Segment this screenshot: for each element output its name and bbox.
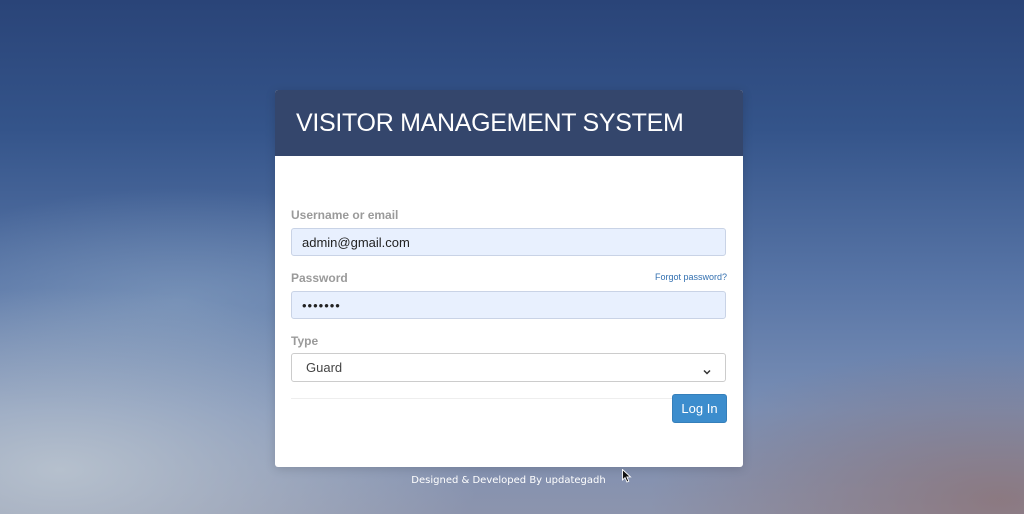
- forgot-password-link[interactable]: Forgot password?: [655, 272, 727, 282]
- type-select-value: Guard: [306, 360, 343, 375]
- login-card: VISITOR MANAGEMENT SYSTEM Username or em…: [275, 90, 743, 467]
- type-label: Type: [291, 334, 319, 348]
- username-label: Username or email: [291, 208, 399, 222]
- password-input[interactable]: [291, 291, 726, 319]
- mouse-pointer-icon: [622, 469, 632, 483]
- app-title: VISITOR MANAGEMENT SYSTEM: [296, 108, 684, 137]
- form-divider: [291, 398, 726, 399]
- username-input[interactable]: [291, 228, 726, 256]
- type-select[interactable]: Guard: [291, 353, 726, 382]
- footer-credit: Designed & Developed By updategadh: [411, 475, 606, 486]
- password-label: Password: [291, 271, 348, 285]
- login-button[interactable]: Log In: [672, 394, 727, 423]
- login-card-header: VISITOR MANAGEMENT SYSTEM: [275, 90, 743, 156]
- chevron-down-icon: [703, 364, 711, 375]
